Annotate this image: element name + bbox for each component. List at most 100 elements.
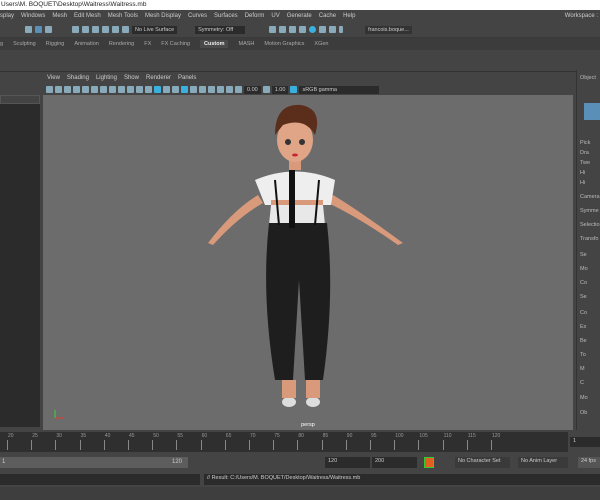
current-frame-field[interactable]: 1	[570, 437, 600, 447]
tab-mash[interactable]: MASH	[238, 41, 254, 47]
magnet-icon[interactable]	[122, 26, 129, 33]
gate-mask-icon[interactable]	[109, 86, 116, 93]
soft-select-button[interactable]: Se	[580, 252, 587, 258]
tweak-option[interactable]: Twe	[580, 160, 590, 166]
pause-icon[interactable]	[339, 26, 344, 33]
highlight-checkbox-1[interactable]: Hi	[580, 170, 585, 176]
menu-generate[interactable]: Generate	[287, 13, 312, 19]
outliner-header[interactable]	[0, 95, 40, 104]
snap-curve-icon[interactable]	[82, 26, 89, 33]
anim-max-field[interactable]: 200	[372, 457, 417, 468]
bookmark-icon[interactable]	[64, 86, 71, 93]
pick-option[interactable]: Pick	[580, 140, 590, 146]
lights-icon[interactable]	[181, 86, 188, 93]
vp-menu-view[interactable]: View	[47, 75, 60, 81]
highlight-checkbox-2[interactable]: Hi	[580, 180, 585, 186]
workspace-label[interactable]: Workspace :	[565, 13, 598, 19]
ipr-render-icon[interactable]	[279, 26, 287, 33]
snap-surface-icon[interactable]	[112, 26, 119, 33]
symmetry-dropdown[interactable]: Symmetry: Off	[195, 25, 246, 34]
bevel-button[interactable]: Be	[580, 338, 587, 344]
anim-layer-dropdown[interactable]: No Anim Layer	[518, 457, 568, 468]
exposure-field[interactable]: 0.00	[244, 85, 261, 94]
tab-rigging[interactable]: Rigging	[46, 41, 65, 47]
mesh-section[interactable]: Mo	[580, 266, 588, 272]
menu-display[interactable]: splay	[0, 13, 14, 19]
gamma-icon[interactable]	[262, 86, 270, 93]
snap-view-icon[interactable]	[102, 26, 109, 33]
smooth-shade-icon[interactable]	[154, 86, 161, 93]
tab-xgen[interactable]: XGen	[314, 41, 328, 47]
default-material-icon[interactable]	[163, 86, 170, 93]
shadows-icon[interactable]	[190, 86, 197, 93]
menu-curves[interactable]: Curves	[188, 13, 207, 19]
viewport-persp[interactable]: persp	[43, 95, 573, 430]
isolate-icon[interactable]	[208, 86, 215, 93]
vp-menu-panels[interactable]: Panels	[178, 75, 196, 81]
human-ik-icon[interactable]	[329, 26, 337, 33]
menu-cache[interactable]: Cache	[319, 13, 336, 19]
snap-point-icon[interactable]	[92, 26, 99, 33]
render-view-icon[interactable]	[309, 26, 317, 33]
safe-title-icon[interactable]	[136, 86, 143, 93]
character-set-dropdown[interactable]: No Character Set	[455, 457, 510, 468]
color-management-icon[interactable]	[290, 86, 298, 93]
object-mode-icon[interactable]	[584, 103, 600, 120]
menu-windows[interactable]: Windows	[21, 13, 45, 19]
tools-section[interactable]: To	[580, 352, 586, 358]
menu-mesh[interactable]: Mesh	[52, 13, 67, 19]
range-slider[interactable]: 1 120	[0, 457, 188, 468]
render-icon[interactable]	[269, 26, 277, 33]
xray-icon[interactable]	[217, 86, 224, 93]
grid-icon[interactable]	[82, 86, 89, 93]
mel-input[interactable]	[0, 474, 200, 485]
user-account-dropdown[interactable]: francois.boque...	[365, 25, 412, 34]
field-chart-icon[interactable]	[118, 86, 125, 93]
tab-animation[interactable]: Animation	[74, 41, 98, 47]
camera-attributes-icon[interactable]	[55, 86, 62, 93]
safe-action-icon[interactable]	[127, 86, 134, 93]
colorspace-dropdown[interactable]: sRGB gamma	[299, 85, 380, 94]
camera-icon[interactable]	[46, 86, 53, 93]
xray-joints-icon[interactable]	[226, 86, 233, 93]
select-hierarchy-icon[interactable]	[25, 26, 32, 33]
exposure-icon[interactable]	[235, 86, 242, 93]
drag-option[interactable]: Dra	[580, 150, 589, 156]
tab-fx-caching[interactable]: FX Caching	[161, 41, 190, 47]
combine-button[interactable]: Co	[580, 280, 587, 286]
fps-dropdown[interactable]: 24 fps	[578, 457, 600, 468]
image-plane-icon[interactable]	[73, 86, 80, 93]
menu-surfaces[interactable]: Surfaces	[214, 13, 238, 19]
vp-menu-lighting[interactable]: Lighting	[96, 75, 117, 81]
mesh-display-section[interactable]: Mo	[580, 395, 588, 401]
time-slider[interactable]: 20 25 30 35 40 45 50 55 60 65 70 75 80 85 90 95 100 105 11…	[0, 432, 568, 452]
multi-cut-button[interactable]: M	[580, 366, 585, 372]
connect-button[interactable]: C	[580, 380, 584, 386]
wireframe-icon[interactable]	[145, 86, 152, 93]
gamma-field[interactable]: 1.00	[271, 85, 289, 94]
render-settings-icon[interactable]	[289, 26, 297, 33]
outliner-panel[interactable]	[0, 95, 40, 427]
object-dropdown[interactable]: Ob	[580, 410, 587, 416]
menu-mesh-tools[interactable]: Mesh Tools	[108, 13, 138, 19]
resolution-gate-icon[interactable]	[100, 86, 107, 93]
vp-menu-shading[interactable]: Shading	[67, 75, 89, 81]
select-component-icon[interactable]	[45, 26, 52, 33]
menu-deform[interactable]: Deform	[245, 13, 265, 19]
separate-button[interactable]: Se	[580, 294, 587, 300]
menu-help[interactable]: Help	[343, 13, 355, 19]
extrude-button[interactable]: Ex	[580, 324, 586, 330]
select-object-icon[interactable]	[35, 26, 42, 33]
live-surface-field[interactable]: No Live Surface	[132, 25, 178, 34]
ambient-occlusion-icon[interactable]	[199, 86, 206, 93]
hypershade-icon[interactable]	[299, 26, 307, 33]
menu-uv[interactable]: UV	[271, 13, 279, 19]
tab-sculpting[interactable]: Sculpting	[13, 41, 36, 47]
menu-mesh-display[interactable]: Mesh Display	[145, 13, 181, 19]
film-gate-icon[interactable]	[91, 86, 98, 93]
textured-icon[interactable]	[172, 86, 179, 93]
components-section[interactable]: Co	[580, 310, 587, 316]
tab-custom[interactable]: Custom	[200, 40, 229, 48]
vp-menu-show[interactable]: Show	[124, 75, 139, 81]
menu-edit-mesh[interactable]: Edit Mesh	[74, 13, 101, 19]
